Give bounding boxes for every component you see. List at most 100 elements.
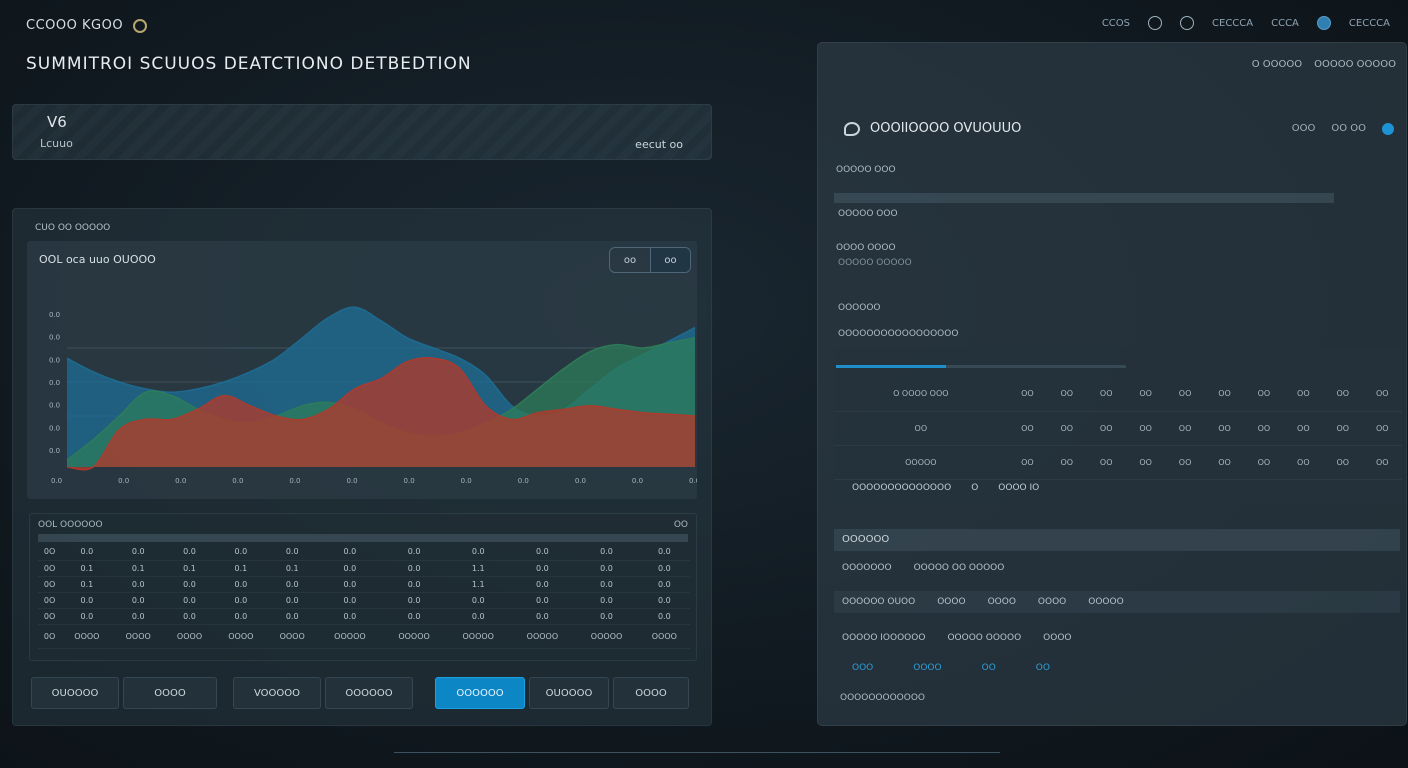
table-header-right: OO [673, 520, 688, 530]
table-cell: 0.0 [510, 560, 575, 577]
action-button-3[interactable]: VOOOOO [233, 677, 321, 709]
toggle-option-1[interactable]: oo [610, 248, 650, 272]
rp-grid: O OOOO OOO OO OO OO OO OO OO OO OO OO OO OO OO OO OO OO… [834, 377, 1402, 480]
table-cell: 0.1 [163, 560, 216, 577]
table-cell: 0O [38, 576, 62, 593]
table-cell: 0.0 [317, 544, 382, 561]
y-tick-label: 0.0 [49, 334, 60, 342]
bottom-divider [394, 752, 1000, 753]
rp-grid-cell: OO [1283, 411, 1324, 446]
rp-row-2-e: OOOOO [1088, 597, 1124, 607]
table-cell: 0.0 [446, 608, 511, 625]
rp-grid-cell: OO [1086, 411, 1126, 446]
rp-grid-cell: OO [1086, 377, 1126, 412]
rp-top-link-1[interactable]: O OOOOO [1252, 59, 1302, 70]
rp-label-4: OOOOOO [838, 303, 881, 313]
table-cell: 0.0 [510, 576, 575, 593]
chart-panel: CUO OO OOOOO OOL oca uuo OUOOO oo oo 0.0… [12, 208, 712, 726]
nav-item-1[interactable]: CCOS [1102, 18, 1130, 29]
primary-action-button[interactable]: OOOOOO [435, 677, 525, 709]
table-cell: 0.0 [574, 544, 639, 561]
area-chart: 0.0 0.0 0.0 0.0 0.0 0.0 0.0 0.0 0.0 0.0 0.0 0.0 0.0 0… [49, 306, 697, 485]
rp-grid-cell: OO [1047, 411, 1087, 446]
table-cell: 0.0 [215, 608, 267, 625]
action-button-1[interactable]: OUOOOO [31, 677, 119, 709]
chat-icon [844, 121, 860, 136]
table-cell: 0.0 [638, 544, 690, 561]
table-cell: 0.0 [446, 544, 511, 561]
rp-grid-cell: OO [1007, 377, 1048, 412]
action-button-4[interactable]: OOOOOO [325, 677, 413, 709]
table-cell: 0.0 [382, 576, 447, 593]
table-row: 0O 0.1 0.0 0.0 0.0 0.0 0.0 0.0 1.1 0.0 0.0 0.0 [38, 576, 690, 593]
action-button-2[interactable]: OOOO [123, 677, 217, 709]
x-tick-label: 0.0 [51, 477, 62, 485]
rp-link-4[interactable]: OO [1036, 663, 1050, 673]
rp-link-3[interactable]: OO [982, 663, 996, 673]
summary-value: V6 [47, 113, 67, 131]
table-cell: 0.0 [382, 560, 447, 577]
table-cell: 0.1 [112, 560, 164, 577]
table-cell: 0.0 [317, 560, 382, 577]
table-cell: 0.0 [574, 576, 639, 593]
action-button-7[interactable]: OOOO [613, 677, 689, 709]
rp-header-link-2[interactable]: OO OO [1331, 123, 1366, 134]
table-cell: 0O [38, 560, 62, 577]
brand: CCOOO KGOO [26, 18, 148, 33]
rp-label-5: OOOOOOOOOOOOOOOOO [838, 329, 959, 339]
nav-item-5[interactable]: CCCA [1271, 18, 1299, 29]
table-cell: 0.0 [266, 608, 318, 625]
table-cell: OOOO [638, 624, 690, 649]
rp-grid-cell: OO [1244, 377, 1284, 412]
nav-item-7[interactable]: CECCCA [1349, 18, 1390, 29]
table-cell: 0.0 [638, 576, 690, 593]
nav-item-4[interactable]: CECCCA [1212, 18, 1253, 29]
status-dot-icon[interactable] [1382, 122, 1394, 135]
table-cell: 0.0 [638, 560, 690, 577]
table-cell: 0.0 [446, 592, 511, 609]
nav-settings-icon[interactable] [1180, 16, 1195, 30]
table-cell: 0.0 [574, 608, 639, 625]
rp-link-2[interactable]: OOOO [913, 663, 941, 673]
table-cell: 0.0 [382, 608, 447, 625]
chart-toggle: oo oo [609, 247, 691, 273]
rp-grid-cell: OO [1047, 377, 1087, 412]
action-button-row: OUOOOO OOOO VOOOOO OOOOOO OOOOOO OUOOOO … [31, 677, 689, 709]
x-tick-label: 0.0 [346, 477, 357, 485]
user-avatar-icon[interactable] [1316, 16, 1331, 30]
rp-grid-cell: OO [1165, 377, 1205, 412]
rp-grid-cell: OO [834, 411, 1008, 446]
table-cell: 0.0 [510, 608, 575, 625]
rp-header-link-1[interactable]: OOO [1292, 123, 1316, 134]
rp-row-3-b: OOOOO OOOOO [947, 633, 1022, 643]
x-tick-label: 0.0 [518, 477, 529, 485]
data-table: 0O 0.0 0.0 0.0 0.0 0.0 0.0 0.0 0.0 0.0 0.0 0.0 0O 0.1… [38, 544, 690, 649]
rp-row-3-a: OOOOO IOOOOOO [842, 633, 926, 643]
summary-label: Lcuuo [40, 137, 73, 150]
rp-grid-cell: OO [1362, 445, 1402, 480]
table-cell: OOOOO [446, 624, 511, 649]
rp-grid-cell: OO [1007, 411, 1048, 446]
rp-row-1: OOOOOOO OOOOO OO OOOOO [842, 563, 1004, 573]
rp-grid-cell: O OOOO OOO [834, 377, 1008, 412]
right-panel-table: O OOOO OOO OO OO OO OO OO OO OO OO OO OO OO OO OO OO OO… [834, 347, 1402, 503]
nav-circle-icon[interactable] [1148, 16, 1163, 30]
table-cell: 0.0 [638, 608, 690, 625]
y-tick-label: 0.0 [49, 356, 60, 364]
rp-label-1: OOOOO OOO [836, 165, 896, 175]
right-panel-top-links: O OOOOO OOOOO OOOOO [1252, 59, 1396, 70]
rp-grid-cell: OO [1125, 377, 1166, 412]
action-button-6[interactable]: OUOOOO [529, 677, 609, 709]
table-header-left: OOL OOOOOO [38, 520, 103, 530]
rp-grid-cell: OOOOO [834, 445, 1008, 480]
rp-link-1[interactable]: OOO [852, 663, 873, 673]
rp-input-line-1[interactable] [834, 193, 1334, 203]
table-cell: 0.0 [163, 608, 216, 625]
toggle-option-2[interactable]: oo [650, 248, 690, 272]
rp-row-2-a: OOOOOO OUOO [842, 597, 916, 607]
table-row: 0O 0.1 0.1 0.1 0.1 0.1 0.0 0.0 1.1 0.0 0.0 0.0 [38, 560, 690, 577]
table-cell: 0.0 [112, 544, 164, 561]
rp-top-link-2[interactable]: OOOOO OOOOO [1314, 59, 1396, 70]
rp-grid-cell: OO [1362, 411, 1402, 446]
table-cell: 0.0 [61, 592, 113, 609]
